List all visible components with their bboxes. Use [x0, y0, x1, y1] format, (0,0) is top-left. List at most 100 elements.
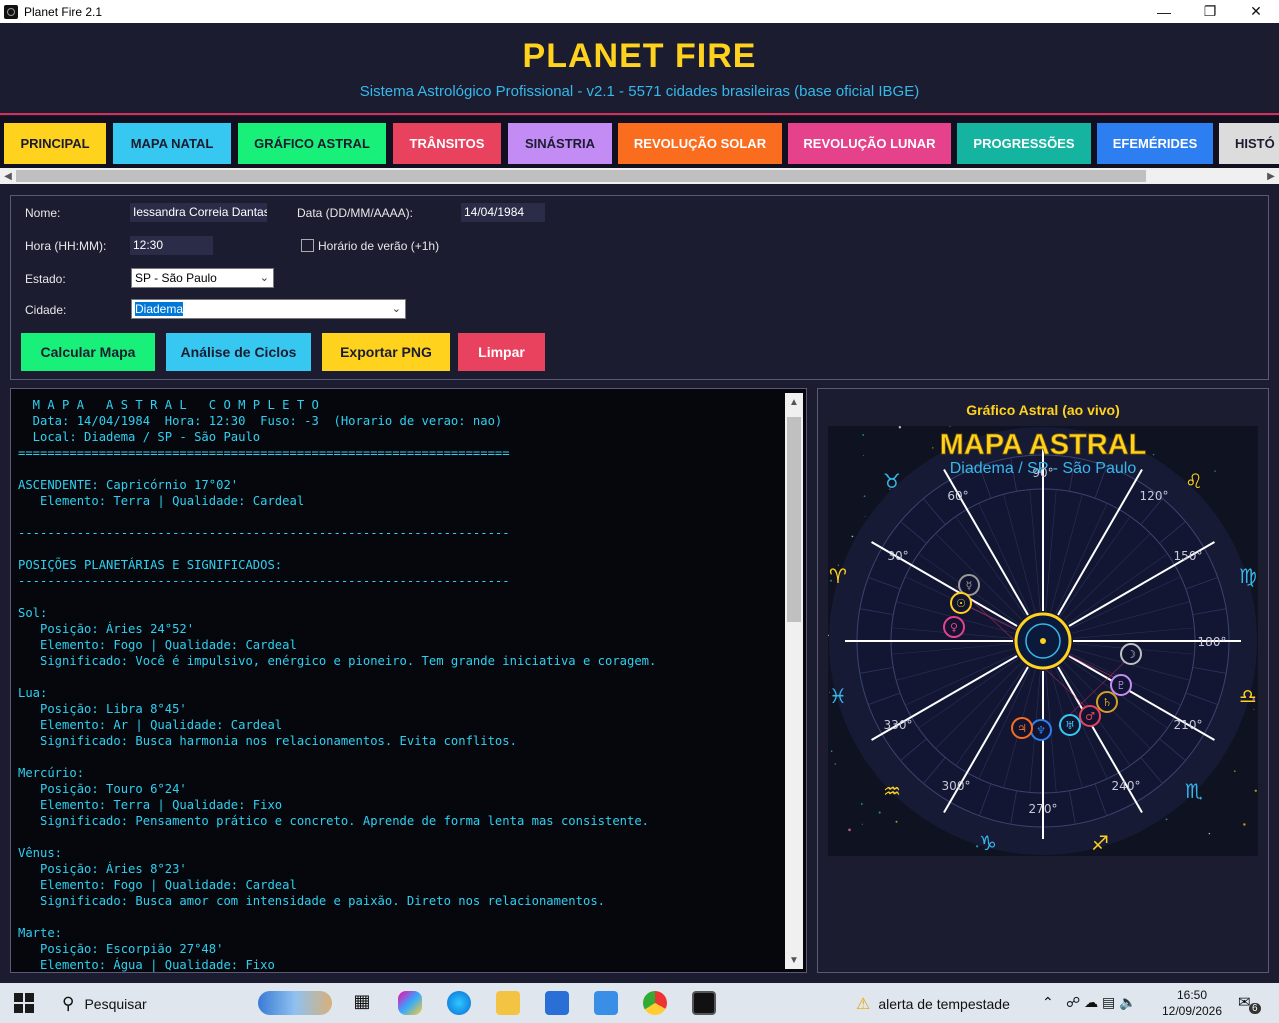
scroll-left-icon[interactable]: ◀: [0, 168, 16, 184]
report-vertical-scrollbar[interactable]: ▲ ▼: [785, 393, 803, 969]
star-dot: [863, 495, 866, 497]
dst-checkbox[interactable]: [301, 239, 314, 252]
tab-principal[interactable]: PRINCIPAL: [4, 123, 106, 164]
star-dot: [1254, 789, 1257, 792]
star-dot: [863, 454, 865, 456]
planet-glyph-icon: ♆: [1036, 724, 1046, 737]
date-input[interactable]: 14/04/1984: [461, 203, 545, 222]
star-dot: [898, 426, 902, 429]
star-dot: [1234, 770, 1236, 772]
tab-grafico-astral[interactable]: GRÁFICO ASTRAL: [238, 123, 386, 164]
clear-button[interactable]: Limpar: [458, 333, 545, 371]
window-title: Planet Fire 2.1: [24, 4, 103, 19]
copilot-icon[interactable]: [398, 991, 422, 1015]
app-subtitle: Sistema Astrológico Profissional - v2.1 …: [359, 83, 920, 100]
degree-label: 300°: [942, 779, 971, 793]
tab-mapa-natal[interactable]: MAPA NATAL: [113, 123, 231, 164]
zodiac-sign-icon: ♌: [1185, 469, 1203, 493]
star-dot: [1208, 832, 1211, 835]
city-label: Cidade:: [25, 303, 67, 317]
app-title: PLANET FIRE: [522, 37, 757, 75]
zodiac-sign-icon: ♐: [1091, 831, 1109, 855]
zodiac-sign-icon: ♏: [1185, 779, 1203, 803]
tab-efemerides[interactable]: EFEMÉRIDES: [1097, 123, 1213, 164]
wheel-title: MAPA ASTRAL: [940, 429, 1147, 461]
astral-wheel: ♈♉ ♌♍♎♏♐♑♒♓ 90°120°150°180°210°240°270°30…: [828, 426, 1258, 856]
planet-glyph-icon: ☉: [956, 597, 966, 610]
time-input[interactable]: 12:30: [130, 236, 213, 255]
calculate-chart-button[interactable]: Calcular Mapa: [21, 333, 155, 371]
edge-browser-icon[interactable]: [447, 991, 471, 1015]
clock-time: 16:50: [1176, 988, 1208, 1002]
taskbar-clock[interactable]: 16:50 12/09/2026: [1160, 987, 1224, 1019]
planet-glyph-icon: ♇: [1116, 679, 1126, 692]
file-explorer-icon[interactable]: [496, 991, 520, 1015]
star-dot: [851, 535, 854, 538]
planet-glyph-icon: ♄: [1102, 696, 1112, 709]
star-dot: [1253, 708, 1255, 710]
taskbar-search-label: Pesquisar: [84, 996, 147, 1012]
scroll-down-icon[interactable]: ▼: [785, 951, 803, 969]
chrome-icon[interactable]: [643, 991, 667, 1015]
taskbar-search[interactable]: ⚲ Pesquisar: [62, 994, 147, 1014]
planet-glyph-icon: ☽: [1126, 648, 1136, 661]
zodiac-sign-icon: ♓: [829, 684, 847, 708]
minimize-button[interactable]: —: [1141, 0, 1187, 23]
tab-progressoes[interactable]: PROGRESSÕES: [957, 123, 1091, 164]
planet-glyph-icon: ♂: [1085, 710, 1095, 723]
window-titlebar: Planet Fire 2.1 — ❐ ✕: [0, 0, 1279, 23]
app-header: PLANET FIRE Sistema Astrológico Profissi…: [0, 23, 1279, 115]
star-dot: [848, 828, 851, 832]
task-view-icon[interactable]: ▦: [350, 991, 374, 1015]
dst-label: Horário de verão (+1h): [318, 239, 440, 253]
name-input[interactable]: Iessandra Correia Dantas: [130, 203, 267, 222]
export-png-button[interactable]: Exportar PNG: [322, 333, 450, 371]
tab-revolucao-solar[interactable]: REVOLUÇÃO SOLAR: [618, 123, 782, 164]
chevron-up-icon[interactable]: ⌃: [1042, 994, 1054, 1011]
chart-report-text[interactable]: M A P A A S T R A L C O M P L E T O Data…: [10, 388, 807, 973]
scrollbar-thumb[interactable]: [16, 170, 1146, 182]
cycle-analysis-button[interactable]: Análise de Ciclos: [166, 333, 311, 371]
degree-label: 150°: [1174, 549, 1203, 563]
star-dot: [861, 823, 863, 825]
degree-label: 60°: [947, 489, 968, 503]
windows-start-icon[interactable]: [14, 993, 34, 1013]
notification-count: 6: [1249, 1003, 1261, 1014]
store-icon[interactable]: [545, 991, 569, 1015]
tab-revolucao-lunar[interactable]: REVOLUÇÃO LUNAR: [788, 123, 951, 164]
wheel-subtitle: Diadema / SP - São Paulo: [950, 460, 1137, 477]
tab-sinastria[interactable]: SINÁSTRIA: [508, 123, 612, 164]
weather-widget[interactable]: ⚠ alerta de tempestade: [856, 994, 1010, 1014]
outlook-icon[interactable]: [594, 991, 618, 1015]
state-select-value: SP - São Paulo: [135, 271, 217, 285]
scroll-up-icon[interactable]: ▲: [785, 393, 803, 411]
chevron-down-icon: ⌄: [391, 303, 401, 315]
scrollbar-thumb[interactable]: [787, 417, 801, 622]
widgets-image-icon[interactable]: [258, 991, 332, 1015]
star-dot: [830, 750, 833, 753]
star-dot: [878, 811, 881, 814]
sun-center-dot: [1040, 638, 1046, 644]
star-dot: [860, 802, 863, 805]
tab-transitos[interactable]: TRÂNSITOS: [393, 123, 501, 164]
storm-warning-icon: ⚠: [856, 996, 871, 1013]
star-dot: [1165, 818, 1168, 821]
scroll-right-icon[interactable]: ▶: [1263, 168, 1279, 184]
zodiac-sign-icon: ♒: [883, 779, 901, 803]
planet-fire-app-icon[interactable]: [692, 991, 716, 1015]
maximize-button[interactable]: ❐: [1187, 0, 1233, 23]
tray-icons[interactable]: ☍ ☁ ▤ 🔈: [1066, 994, 1137, 1011]
star-dot: [1152, 453, 1155, 456]
tab-historico[interactable]: HISTÓ: [1219, 123, 1279, 164]
birth-data-form: Nome: Iessandra Correia Dantas Data (DD/…: [10, 195, 1269, 380]
weather-label: alerta de tempestade: [878, 996, 1010, 1012]
degree-label: 180°: [1198, 635, 1227, 649]
tabs-horizontal-scrollbar[interactable]: ◀ ▶: [0, 168, 1279, 184]
star-dot: [864, 516, 866, 517]
city-select[interactable]: Diadema ⌄: [131, 299, 406, 319]
state-select[interactable]: SP - São Paulo ⌄: [131, 268, 274, 288]
degree-label: 270°: [1029, 802, 1058, 816]
date-label: Data (DD/MM/AAAA):: [297, 206, 414, 220]
close-button[interactable]: ✕: [1233, 0, 1279, 23]
star-dot: [1214, 470, 1216, 472]
